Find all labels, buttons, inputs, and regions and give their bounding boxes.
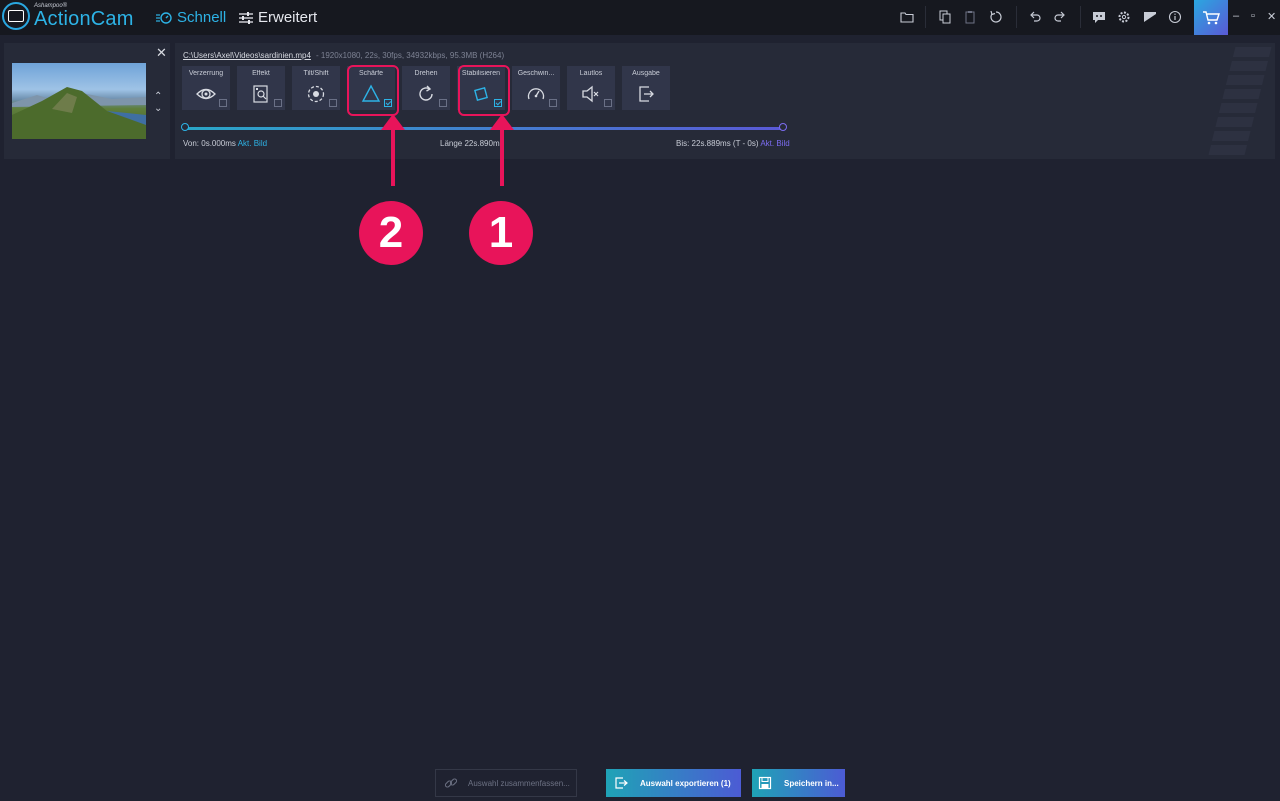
- annotation-badge-2: 2: [359, 201, 423, 265]
- tool-label: Lautlos: [579, 70, 603, 77]
- rotate-icon: [419, 85, 433, 101]
- trim-to-current-frame-link[interactable]: Akt. Bild: [760, 139, 789, 148]
- annotation-badge-1: 1: [469, 201, 533, 265]
- highlight-stabilize: [458, 65, 510, 116]
- minimize-button[interactable]: –: [1233, 10, 1239, 22]
- clipboard-icon[interactable]: [963, 10, 977, 24]
- sliders-icon: [239, 11, 253, 24]
- undo-icon[interactable]: [1028, 10, 1042, 24]
- trim-from-current-frame-link[interactable]: Akt. Bild: [238, 139, 267, 148]
- reorder-arrows[interactable]: ⌃ ⌄: [154, 91, 162, 115]
- tool-checkbox[interactable]: [219, 99, 227, 107]
- export-selection-button[interactable]: Auswahl exportieren (1): [606, 769, 741, 797]
- save-icon: [758, 776, 772, 790]
- trim-to-label: Bis: 22s.889ms (T - 0s): [676, 139, 759, 148]
- mute-icon: [582, 85, 599, 103]
- trim-timeline[interactable]: [181, 123, 787, 131]
- close-window-button[interactable]: ✕: [1267, 10, 1276, 23]
- export-selection-label: Auswahl exportieren (1): [640, 778, 731, 788]
- title-bar: Ashampoo® ActionCam Schnell Erweitert – …: [0, 0, 1280, 35]
- save-to-button[interactable]: Speichern in...: [752, 769, 845, 797]
- tool-checkbox[interactable]: [439, 99, 447, 107]
- speed-icon: [527, 88, 545, 100]
- image-icon[interactable]: [1143, 10, 1157, 24]
- trim-from: Von: 0s.000ms Akt. Bild: [183, 139, 267, 148]
- tool-geschwindigkeit[interactable]: Geschwin...: [512, 66, 560, 110]
- export-icon: [615, 777, 628, 789]
- tool-checkbox[interactable]: [274, 99, 282, 107]
- trim-start-handle[interactable]: [181, 123, 189, 131]
- filmstrip-decoration: [1199, 43, 1275, 159]
- tool-checkbox[interactable]: [549, 99, 557, 107]
- folder-icon[interactable]: [900, 10, 914, 24]
- toolbar-divider: [925, 6, 926, 28]
- feedback-icon[interactable]: [1092, 10, 1106, 24]
- info-icon[interactable]: [1168, 10, 1182, 24]
- tool-tilt-shift[interactable]: Tilt/Shift: [292, 66, 340, 110]
- link-icon: [444, 778, 458, 788]
- remove-item-close-icon[interactable]: ✕: [156, 45, 167, 61]
- tiltshift-icon: [307, 85, 325, 103]
- save-to-label: Speichern in...: [784, 778, 839, 788]
- trim-length: Länge 22s.890ms: [440, 139, 504, 148]
- tool-label: Effekt: [252, 70, 270, 77]
- trim-to: Bis: 22s.889ms (T - 0s) Akt. Bild: [676, 139, 790, 148]
- settings-icon[interactable]: [1117, 10, 1131, 24]
- video-thumbnail[interactable]: [12, 63, 146, 139]
- toolbar-divider: [1016, 6, 1017, 28]
- tool-lautlos[interactable]: Lautlos: [567, 66, 615, 110]
- effect-icon: [253, 85, 268, 103]
- tool-ausgabe[interactable]: Ausgabe: [622, 66, 670, 110]
- mode-quick-label: Schnell: [177, 9, 227, 26]
- tool-label: Geschwin...: [517, 70, 555, 77]
- tool-label: Drehen: [414, 70, 438, 77]
- reset-icon[interactable]: [989, 10, 1003, 24]
- mode-advanced-label: Erweitert: [258, 9, 318, 26]
- cart-icon[interactable]: [1194, 0, 1228, 35]
- trim-from-label: Von: 0s.000ms: [183, 139, 236, 148]
- arrow-shaft-1: [500, 128, 504, 186]
- copy-icon[interactable]: [938, 10, 952, 24]
- item-thumbnail-panel: ✕ ⌃ ⌄: [4, 43, 170, 159]
- tool-checkbox[interactable]: [329, 99, 337, 107]
- quick-mode-icon: [156, 11, 172, 24]
- tool-checkbox[interactable]: [604, 99, 612, 107]
- tool-drehen[interactable]: Drehen: [402, 66, 450, 110]
- app-logo-icon: [2, 2, 30, 30]
- tool-label: Tilt/Shift: [303, 70, 329, 77]
- merge-selection-button[interactable]: Auswahl zusammenfassen...: [435, 769, 577, 797]
- mode-quick-tab[interactable]: Schnell: [156, 9, 226, 26]
- tool-effekt[interactable]: Effekt: [237, 66, 285, 110]
- mode-advanced-tab[interactable]: Erweitert: [239, 9, 317, 26]
- merge-selection-label: Auswahl zusammenfassen...: [468, 778, 570, 788]
- file-info: - 1920x1080, 22s, 30fps, 34932kbps, 95.3…: [316, 51, 505, 60]
- item-edit-panel: C:\Users\Axel\Videos\sardinien.mp4 - 192…: [175, 43, 1275, 159]
- restore-button[interactable]: ▫: [1251, 10, 1255, 22]
- move-down-icon[interactable]: ⌄: [154, 103, 162, 115]
- file-path-link[interactable]: C:\Users\Axel\Videos\sardinien.mp4: [183, 51, 311, 60]
- eye-icon: [196, 88, 216, 100]
- arrow-shaft-2: [391, 128, 395, 186]
- tool-label: Ausgabe: [632, 70, 660, 77]
- redo-icon[interactable]: [1053, 10, 1067, 24]
- highlight-sharpness: [347, 65, 399, 116]
- trim-end-handle[interactable]: [779, 123, 787, 131]
- tool-verzerrung[interactable]: Verzerrung: [182, 66, 230, 110]
- toolbar-divider: [1080, 6, 1081, 28]
- move-up-icon[interactable]: ⌃: [154, 91, 162, 103]
- tool-label: Verzerrung: [188, 70, 224, 77]
- output-icon: [639, 86, 654, 102]
- app-title: ActionCam: [34, 8, 134, 30]
